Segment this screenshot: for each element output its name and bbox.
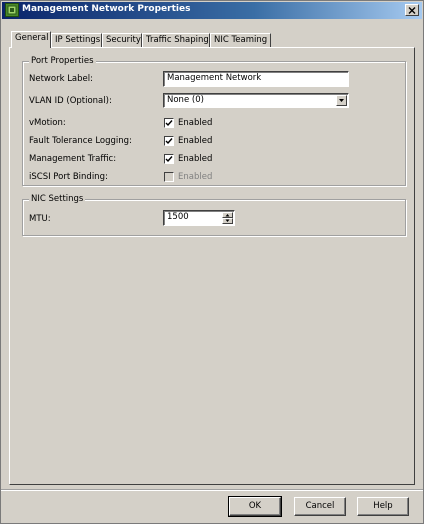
checkmark-icon	[165, 156, 173, 163]
ok-button[interactable]: OK	[228, 496, 282, 517]
vmotion-enabled-label[interactable]: Enabled	[178, 118, 212, 129]
mtu-label: MTU:	[29, 214, 51, 224]
close-icon	[408, 6, 416, 14]
vlan-id-label: VLAN ID (Optional):	[29, 96, 112, 106]
chevron-up-icon	[225, 214, 230, 217]
nic-settings-group: NIC Settings MTU: 1500	[22, 194, 406, 236]
nic-settings-title: NIC Settings	[29, 194, 86, 205]
tab-traffic-shaping[interactable]: Traffic Shaping	[142, 33, 210, 47]
mtu-stepper[interactable]: 1500	[163, 210, 235, 226]
vmotion-label: vMotion:	[29, 118, 66, 128]
button-divider	[1, 489, 423, 491]
management-traffic-checkbox[interactable]	[164, 154, 174, 164]
port-properties-title: Port Properties	[29, 56, 96, 67]
tab-security[interactable]: Security	[102, 33, 142, 47]
fault-tolerance-enabled-label[interactable]: Enabled	[178, 136, 212, 147]
vlan-id-select[interactable]: None (0)	[163, 93, 349, 108]
checkmark-icon	[165, 120, 173, 127]
vlan-id-value: None (0)	[167, 95, 204, 105]
dialog-window: Management Network Properties General IP…	[0, 0, 424, 524]
general-tab-panel: Port Properties Network Label: Managemen…	[9, 47, 415, 485]
tab-nic-teaming[interactable]: NIC Teaming	[210, 33, 271, 47]
network-label-input[interactable]: Management Network	[163, 71, 349, 87]
dropdown-button[interactable]	[336, 95, 347, 106]
iscsi-binding-label: iSCSI Port Binding:	[29, 172, 108, 182]
iscsi-binding-enabled-label: Enabled	[178, 172, 213, 182]
fault-tolerance-checkbox[interactable]	[164, 136, 174, 146]
title-bar[interactable]: Management Network Properties	[2, 2, 422, 19]
checkmark-icon	[165, 138, 173, 145]
mtu-value: 1500	[167, 212, 189, 222]
vmotion-checkbox[interactable]	[164, 118, 174, 128]
close-button[interactable]	[405, 4, 419, 16]
network-label-label: Network Label:	[29, 74, 93, 84]
tab-general[interactable]: General	[11, 31, 51, 48]
fault-tolerance-label: Fault Tolerance Logging:	[29, 136, 132, 146]
iscsi-binding-checkbox	[164, 172, 174, 182]
chevron-down-icon	[225, 219, 230, 222]
network-port-icon	[5, 3, 19, 17]
port-properties-group: Port Properties Network Label: Managemen…	[22, 56, 406, 186]
cancel-button[interactable]: Cancel	[294, 497, 346, 516]
management-traffic-enabled-label[interactable]: Enabled	[178, 154, 212, 165]
help-button[interactable]: Help	[357, 497, 409, 516]
chevron-down-icon	[339, 99, 344, 102]
management-traffic-label: Management Traffic:	[29, 154, 117, 164]
tab-ip-settings[interactable]: IP Settings	[51, 33, 102, 47]
window-title: Management Network Properties	[22, 4, 191, 14]
mtu-decrement-button[interactable]	[222, 218, 233, 224]
